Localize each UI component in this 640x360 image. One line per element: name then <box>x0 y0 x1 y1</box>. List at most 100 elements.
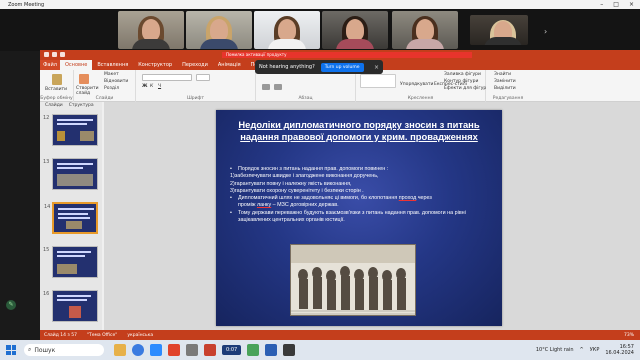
tab-slides-panel[interactable]: Слайди <box>45 102 63 110</box>
turn-up-volume-button[interactable]: Turn up volume <box>320 62 364 72</box>
replace-button[interactable]: Замінити <box>494 79 516 84</box>
p2-text-b: через <box>416 195 432 202</box>
layout-button[interactable]: Макет <box>104 72 119 77</box>
historical-engraving-image[interactable] <box>290 244 416 316</box>
bold-button[interactable]: Ж <box>142 84 148 89</box>
section-button[interactable]: Розділ <box>104 86 119 91</box>
group-label-font: Шрифт <box>186 96 205 101</box>
app-icon[interactable] <box>186 344 198 356</box>
zoom-app-icon[interactable] <box>150 344 162 356</box>
new-slide-icon[interactable] <box>79 74 89 84</box>
search-icon: ⌕ <box>28 346 32 353</box>
slide-thumbnail-selected[interactable]: 14 <box>44 202 98 234</box>
slide-body[interactable]: Порядок зносин з питань надання прав. до… <box>228 166 494 224</box>
group-label-editing: Редагування <box>492 96 524 101</box>
tab-home[interactable]: Основне <box>60 60 93 70</box>
current-slide[interactable]: Недоліки дипломатичного порядку зносин з… <box>216 110 502 326</box>
save-icon[interactable] <box>44 52 49 57</box>
video-gallery-strip: › <box>0 9 640 51</box>
new-slide-button[interactable]: Створити слайд <box>76 86 99 96</box>
tab-outline-panel[interactable]: Структура <box>69 102 94 110</box>
chrome-icon[interactable] <box>132 344 144 356</box>
arrange-button[interactable]: Упорядкувати <box>400 82 433 87</box>
recording-timer[interactable]: 0:07 <box>222 345 242 355</box>
slide-number: 14 <box>44 204 51 210</box>
find-button[interactable]: Знайти <box>494 72 511 77</box>
group-label-clipboard: Буфер обміну <box>40 96 73 101</box>
minimize-button[interactable]: – <box>600 1 603 8</box>
search-placeholder: Пошук <box>34 346 56 354</box>
group-label-drawing: Креслення <box>407 96 434 101</box>
toast-message: Not hearing anything? <box>259 64 315 70</box>
zoom-titlebar: Zoom Meeting – □ × <box>0 0 640 9</box>
p2-text-a: Дипломатичний шлях не задовольняє ці вим… <box>238 195 399 202</box>
file-explorer-icon[interactable] <box>114 344 126 356</box>
group-paragraph: Абзац <box>256 70 356 102</box>
audio-toast: Not hearing anything? Turn up volume × <box>255 60 383 74</box>
slide-paragraph-2: Дипломатичний шлях не задовольняє ці вим… <box>228 195 494 210</box>
toast-close-icon[interactable]: × <box>374 64 379 71</box>
status-language[interactable]: українська <box>127 333 153 338</box>
slide-thumbnail[interactable]: 15 <box>43 246 98 278</box>
participant-video-6[interactable] <box>470 15 528 45</box>
status-theme: "Тема Office" <box>86 332 118 338</box>
app-icon[interactable] <box>283 344 296 356</box>
reset-button[interactable]: Відновити <box>104 79 128 84</box>
tab-design[interactable]: Конструктор <box>133 60 177 70</box>
paste-icon[interactable] <box>52 74 62 85</box>
shape-effects-button[interactable]: Ефекти для фігур <box>444 86 486 91</box>
bullets-icon[interactable] <box>262 84 270 90</box>
font-size-select[interactable] <box>196 74 210 81</box>
taskbar-search[interactable]: ⌕ Пошук <box>24 344 104 356</box>
windows-start-icon[interactable] <box>6 345 16 355</box>
maximize-button[interactable]: □ <box>613 1 619 8</box>
font-name-select[interactable] <box>142 74 192 81</box>
chevron-up-icon[interactable]: ^ <box>580 347 584 353</box>
clock[interactable]: 16:57 16.04.2024 <box>605 344 634 356</box>
p2-line2-a: промiж <box>238 202 257 209</box>
shape-outline-button[interactable]: Контур фігури <box>444 79 478 84</box>
participant-video-3[interactable] <box>254 11 320 49</box>
numbering-icon[interactable] <box>274 84 282 90</box>
word-app-icon[interactable] <box>265 344 278 356</box>
panel-tabs: Слайди Структура <box>40 102 102 110</box>
shapes-gallery[interactable] <box>360 74 396 88</box>
group-font: Ж К Ч Шрифт <box>136 70 256 102</box>
next-page-arrow-icon[interactable]: › <box>544 27 550 39</box>
underline-button[interactable]: Ч <box>158 84 161 89</box>
tab-transitions[interactable]: Переходи <box>177 60 213 70</box>
p2-underlined-word: проход <box>398 195 417 202</box>
undo-icon[interactable] <box>52 52 57 57</box>
paste-button[interactable]: Вставити <box>45 87 67 92</box>
slide-thumbnail[interactable]: 16 <box>43 290 98 322</box>
status-slide-count: Слайд 14 з 57 <box>44 332 77 338</box>
italic-button[interactable]: К <box>150 84 153 89</box>
powerpoint-window: Помилка активації продукту Файл Основне … <box>40 50 640 340</box>
powerpoint-app-icon[interactable] <box>168 344 180 356</box>
app-icon[interactable] <box>204 344 216 356</box>
slide-paragraph-3: Тому держави переважно будують взаємозв'… <box>228 210 494 225</box>
participant-video-4[interactable] <box>322 11 388 49</box>
windows-taskbar: ⌕ Пошук 0:07 10°C Light rain ^ УКР 16:57… <box>0 340 640 360</box>
select-button[interactable]: Виділити <box>494 86 516 91</box>
slide-thumbnail[interactable]: 12 <box>43 114 98 146</box>
mic-icon[interactable]: ✎ <box>6 300 16 310</box>
activation-warning: Помилка активації продукту <box>222 52 472 58</box>
weather-widget[interactable]: 10°C Light rain <box>536 347 574 353</box>
shape-fill-button[interactable]: Заливка фігури <box>444 72 481 77</box>
tab-file[interactable]: Файл <box>40 60 60 70</box>
tab-insert[interactable]: Вставлення <box>92 60 133 70</box>
participant-video-1[interactable] <box>118 11 184 49</box>
tab-animations[interactable]: Анімація <box>213 60 246 70</box>
participant-video-2[interactable] <box>186 11 252 49</box>
slide-thumbnail[interactable]: 13 <box>43 158 98 190</box>
slide-title[interactable]: Недоліки дипломатичного порядку зносин з… <box>226 119 492 142</box>
close-button[interactable]: × <box>629 1 634 8</box>
group-slides: Створити слайд Макет Відновити Розділ Сл… <box>74 70 136 102</box>
zoom-level[interactable]: 73% <box>624 333 634 338</box>
language-indicator[interactable]: УКР <box>590 347 600 353</box>
group-clipboard: Вставити Буфер обміну <box>40 70 74 102</box>
redo-icon[interactable] <box>60 52 65 57</box>
app-icon[interactable] <box>247 344 260 356</box>
participant-video-5[interactable] <box>392 11 458 49</box>
